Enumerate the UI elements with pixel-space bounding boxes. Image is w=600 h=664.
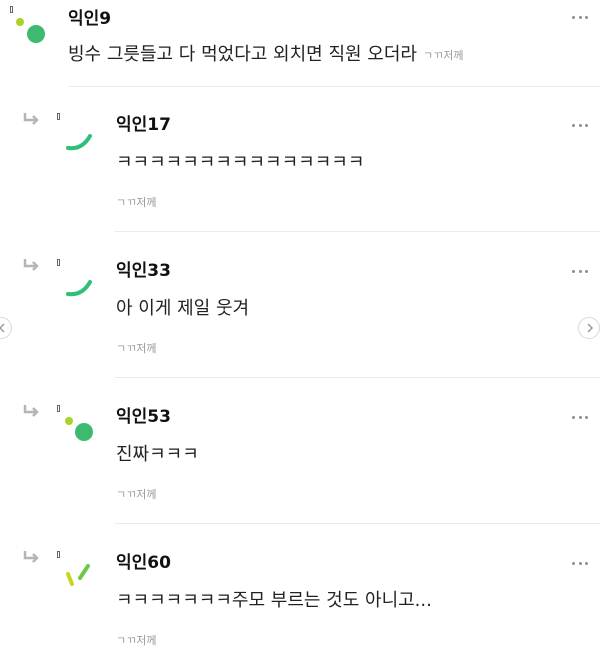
comment-author[interactable]: 익인60: [116, 548, 171, 573]
avatar[interactable]: [62, 412, 102, 452]
more-options-icon[interactable]: [572, 16, 588, 20]
more-options-icon[interactable]: [572, 416, 588, 420]
comment-text: 빙수 그릇들고 다 먹었다고 외치면 직원 오더라 ㄱㄲ저께: [68, 40, 463, 66]
comment-timestamp: ㄱㄲ저께: [116, 342, 157, 355]
divider: [68, 86, 600, 87]
avatar[interactable]: [62, 558, 102, 598]
divider: [115, 231, 600, 232]
divider: [115, 377, 600, 378]
more-options-icon[interactable]: [572, 270, 588, 274]
reply-item: 익인33 아 이게 제일 웃겨 ㄱㄲ저께: [0, 242, 600, 378]
comment-author[interactable]: 익인53: [116, 402, 171, 427]
divider: [115, 523, 600, 524]
reply-arrow-icon: [23, 259, 39, 271]
small-indicator-icon: [57, 113, 60, 120]
avatar[interactable]: [62, 266, 102, 306]
comment-author[interactable]: 익인33: [116, 256, 171, 281]
small-indicator-icon: [57, 259, 60, 266]
comment-text: 진짜ㅋㅋㅋ: [116, 444, 199, 465]
comment-author[interactable]: 익인9: [68, 4, 111, 29]
reply-arrow-icon: [23, 113, 39, 125]
chevron-right-icon[interactable]: [578, 317, 600, 339]
comment-text: ㅋㅋㅋㅋㅋㅋㅋ주모 부르는 것도 아니고...: [116, 590, 432, 611]
avatar[interactable]: [62, 120, 102, 160]
more-options-icon[interactable]: [572, 124, 588, 128]
comment-timestamp: ㄱㄲ저께: [116, 196, 157, 209]
comment-author[interactable]: 익인17: [116, 110, 171, 135]
avatar[interactable]: [10, 12, 50, 52]
comment-item: 익인9 빙수 그릇들고 다 먹었다고 외치면 직원 오더라 ㄱㄲ저께: [0, 0, 600, 86]
small-indicator-icon: [57, 405, 60, 412]
reply-item: 익인17 ㅋㅋㅋㅋㅋㅋㅋㅋㅋㅋㅋㅋㅋㅋㅋ ㄱㄲ저께: [0, 96, 600, 232]
comment-text-content: 빙수 그릇들고 다 먹었다고 외치면 직원 오더라: [68, 44, 417, 65]
small-indicator-icon: [57, 551, 60, 558]
reply-item: 익인53 진짜ㅋㅋㅋ ㄱㄲ저께: [0, 388, 600, 524]
comment-text: 아 이게 제일 웃겨: [116, 298, 250, 319]
comment-timestamp: ㄱㄲ저께: [116, 488, 157, 501]
chevron-right-glyph: [587, 323, 594, 333]
more-options-icon[interactable]: [572, 562, 588, 566]
reply-item: 익인60 ㅋㅋㅋㅋㅋㅋㅋ주모 부르는 것도 아니고... ㄱㄲ저께: [0, 534, 600, 664]
chevron-left-glyph: [0, 323, 5, 333]
reply-arrow-icon: [23, 405, 39, 417]
comment-timestamp: ㄱㄲ저께: [116, 634, 157, 647]
reply-arrow-icon: [23, 551, 39, 563]
comment-timestamp: ㄱㄲ저께: [422, 49, 464, 62]
comment-text: ㅋㅋㅋㅋㅋㅋㅋㅋㅋㅋㅋㅋㅋㅋㅋ: [116, 152, 365, 173]
